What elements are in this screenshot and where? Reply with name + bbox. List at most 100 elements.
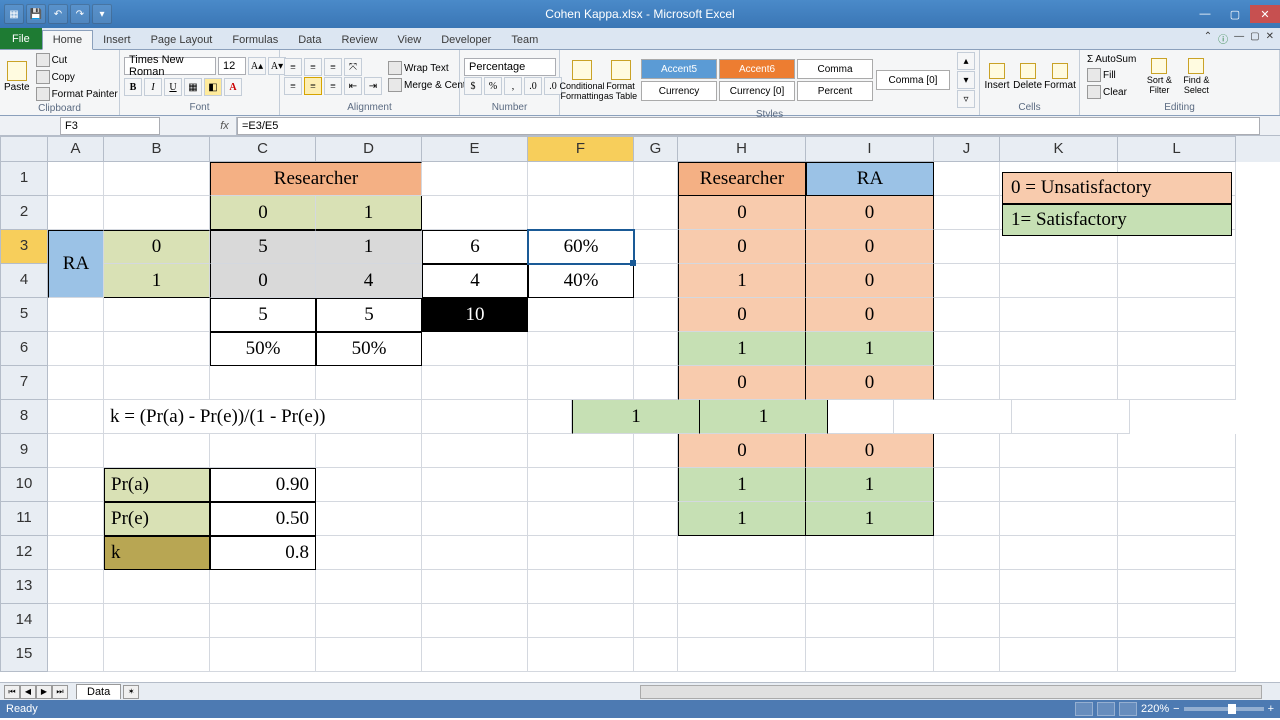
- cell-E1[interactable]: [422, 162, 528, 196]
- cell-L12[interactable]: [1118, 536, 1236, 570]
- cell-D6[interactable]: 50%: [316, 332, 422, 366]
- formula-input[interactable]: =E3/E5: [237, 117, 1260, 135]
- cell-L14[interactable]: [1118, 604, 1236, 638]
- cell-K9[interactable]: [1000, 434, 1118, 468]
- sheet-next-icon[interactable]: ▶: [36, 685, 52, 699]
- cell-D4[interactable]: 4: [316, 264, 422, 298]
- cell-C10[interactable]: 0.90: [210, 468, 316, 502]
- cell-L11[interactable]: [1118, 502, 1236, 536]
- cell-G8[interactable]: [528, 400, 572, 434]
- row-header[interactable]: 6: [0, 332, 48, 366]
- cell-H8[interactable]: 1: [572, 400, 700, 434]
- style-currency[interactable]: Currency: [641, 81, 717, 101]
- home-tab[interactable]: Home: [42, 30, 93, 50]
- cell-G4[interactable]: [634, 264, 678, 298]
- cell-F7[interactable]: [528, 366, 634, 400]
- cell-J2[interactable]: [934, 196, 1000, 230]
- row-header[interactable]: 4: [0, 264, 48, 298]
- cell-H10[interactable]: 1: [678, 468, 806, 502]
- cell-E4[interactable]: 4: [422, 264, 528, 298]
- cell-I4[interactable]: 0: [806, 264, 934, 298]
- worksheet-grid[interactable]: A B C D E F G H I J K L 1ResearcherResea…: [0, 136, 1280, 682]
- row-header[interactable]: 2: [0, 196, 48, 230]
- cell-I9[interactable]: 0: [806, 434, 934, 468]
- cell-J12[interactable]: [934, 536, 1000, 570]
- fx-button[interactable]: fx: [213, 117, 237, 135]
- cell-F3[interactable]: 60%: [528, 230, 634, 264]
- format-painter-button[interactable]: Format Painter: [33, 86, 121, 102]
- cell-I3[interactable]: 0: [806, 230, 934, 264]
- excel-icon[interactable]: ▦: [4, 4, 24, 24]
- cell-J1[interactable]: [934, 162, 1000, 196]
- view-tab[interactable]: View: [388, 31, 432, 49]
- cell-F10[interactable]: [528, 468, 634, 502]
- cell-B12[interactable]: k: [104, 536, 210, 570]
- cell-G14[interactable]: [634, 604, 678, 638]
- select-all-corner[interactable]: [0, 136, 48, 162]
- cell-K12[interactable]: [1000, 536, 1118, 570]
- cell-D9[interactable]: [316, 434, 422, 468]
- grow-font-button[interactable]: A▴: [248, 57, 266, 75]
- row-header[interactable]: 1: [0, 162, 48, 196]
- cell-G15[interactable]: [634, 638, 678, 672]
- cell-C5[interactable]: 5: [210, 298, 316, 332]
- cell-H6[interactable]: 1: [678, 332, 806, 366]
- cell-H15[interactable]: [678, 638, 806, 672]
- cell-I7[interactable]: 0: [806, 366, 934, 400]
- format-cells-button[interactable]: Format: [1045, 53, 1075, 101]
- cell-I5[interactable]: 0: [806, 298, 934, 332]
- cell-A3[interactable]: RA: [48, 230, 104, 298]
- cell-I14[interactable]: [806, 604, 934, 638]
- cell-B8[interactable]: k = (Pr(a) - Pr(e))/(1 - Pr(e)): [104, 400, 422, 434]
- fill-color-button[interactable]: ◧: [204, 78, 222, 96]
- col-header[interactable]: E: [422, 136, 528, 162]
- align-right-button[interactable]: ≡: [324, 77, 342, 95]
- row-header[interactable]: 7: [0, 366, 48, 400]
- row-header[interactable]: 8: [0, 400, 48, 434]
- cell-F4[interactable]: 40%: [528, 264, 634, 298]
- number-format-combo[interactable]: Percentage: [464, 58, 556, 76]
- cell-B2[interactable]: [104, 196, 210, 230]
- maximize-button[interactable]: ▢: [1220, 5, 1250, 23]
- cell-E7[interactable]: [422, 366, 528, 400]
- format-as-table-button[interactable]: Format as Table: [603, 56, 638, 104]
- cell-E15[interactable]: [422, 638, 528, 672]
- undo-icon[interactable]: ↶: [48, 4, 68, 24]
- cell-L13[interactable]: [1118, 570, 1236, 604]
- developer-tab[interactable]: Developer: [431, 31, 501, 49]
- bold-button[interactable]: B: [124, 78, 142, 96]
- find-select-button[interactable]: Find & Select: [1179, 53, 1213, 101]
- cell-D15[interactable]: [316, 638, 422, 672]
- style-comma0[interactable]: Comma [0]: [876, 70, 950, 90]
- cell-K8[interactable]: [894, 400, 1012, 434]
- cell-F2[interactable]: [528, 196, 634, 230]
- gallery-more-icon[interactable]: ▿: [957, 90, 975, 108]
- formulas-tab[interactable]: Formulas: [222, 31, 288, 49]
- insert-tab[interactable]: Insert: [93, 31, 141, 49]
- cell-K10[interactable]: [1000, 468, 1118, 502]
- cell-A9[interactable]: [48, 434, 104, 468]
- cell-D5[interactable]: 5: [316, 298, 422, 332]
- cell-E11[interactable]: [422, 502, 528, 536]
- cell-G6[interactable]: [634, 332, 678, 366]
- cell-B9[interactable]: [104, 434, 210, 468]
- normal-view-button[interactable]: [1075, 702, 1093, 716]
- cell-B3[interactable]: 0: [104, 230, 210, 264]
- cell-B5[interactable]: [104, 298, 210, 332]
- col-header[interactable]: A: [48, 136, 104, 162]
- percent-button[interactable]: %: [484, 77, 502, 95]
- close-button[interactable]: ✕: [1250, 5, 1280, 23]
- cell-A14[interactable]: [48, 604, 104, 638]
- cell-A12[interactable]: [48, 536, 104, 570]
- mdi-restore-icon[interactable]: ▢: [1250, 31, 1259, 46]
- cell-C9[interactable]: [210, 434, 316, 468]
- col-header[interactable]: I: [806, 136, 934, 162]
- cell-E14[interactable]: [422, 604, 528, 638]
- gallery-down-icon[interactable]: ▾: [957, 71, 975, 89]
- cell-C15[interactable]: [210, 638, 316, 672]
- row-header[interactable]: 13: [0, 570, 48, 604]
- col-header[interactable]: B: [104, 136, 210, 162]
- cell-J8[interactable]: [828, 400, 894, 434]
- cell-E9[interactable]: [422, 434, 528, 468]
- cell-H11[interactable]: 1: [678, 502, 806, 536]
